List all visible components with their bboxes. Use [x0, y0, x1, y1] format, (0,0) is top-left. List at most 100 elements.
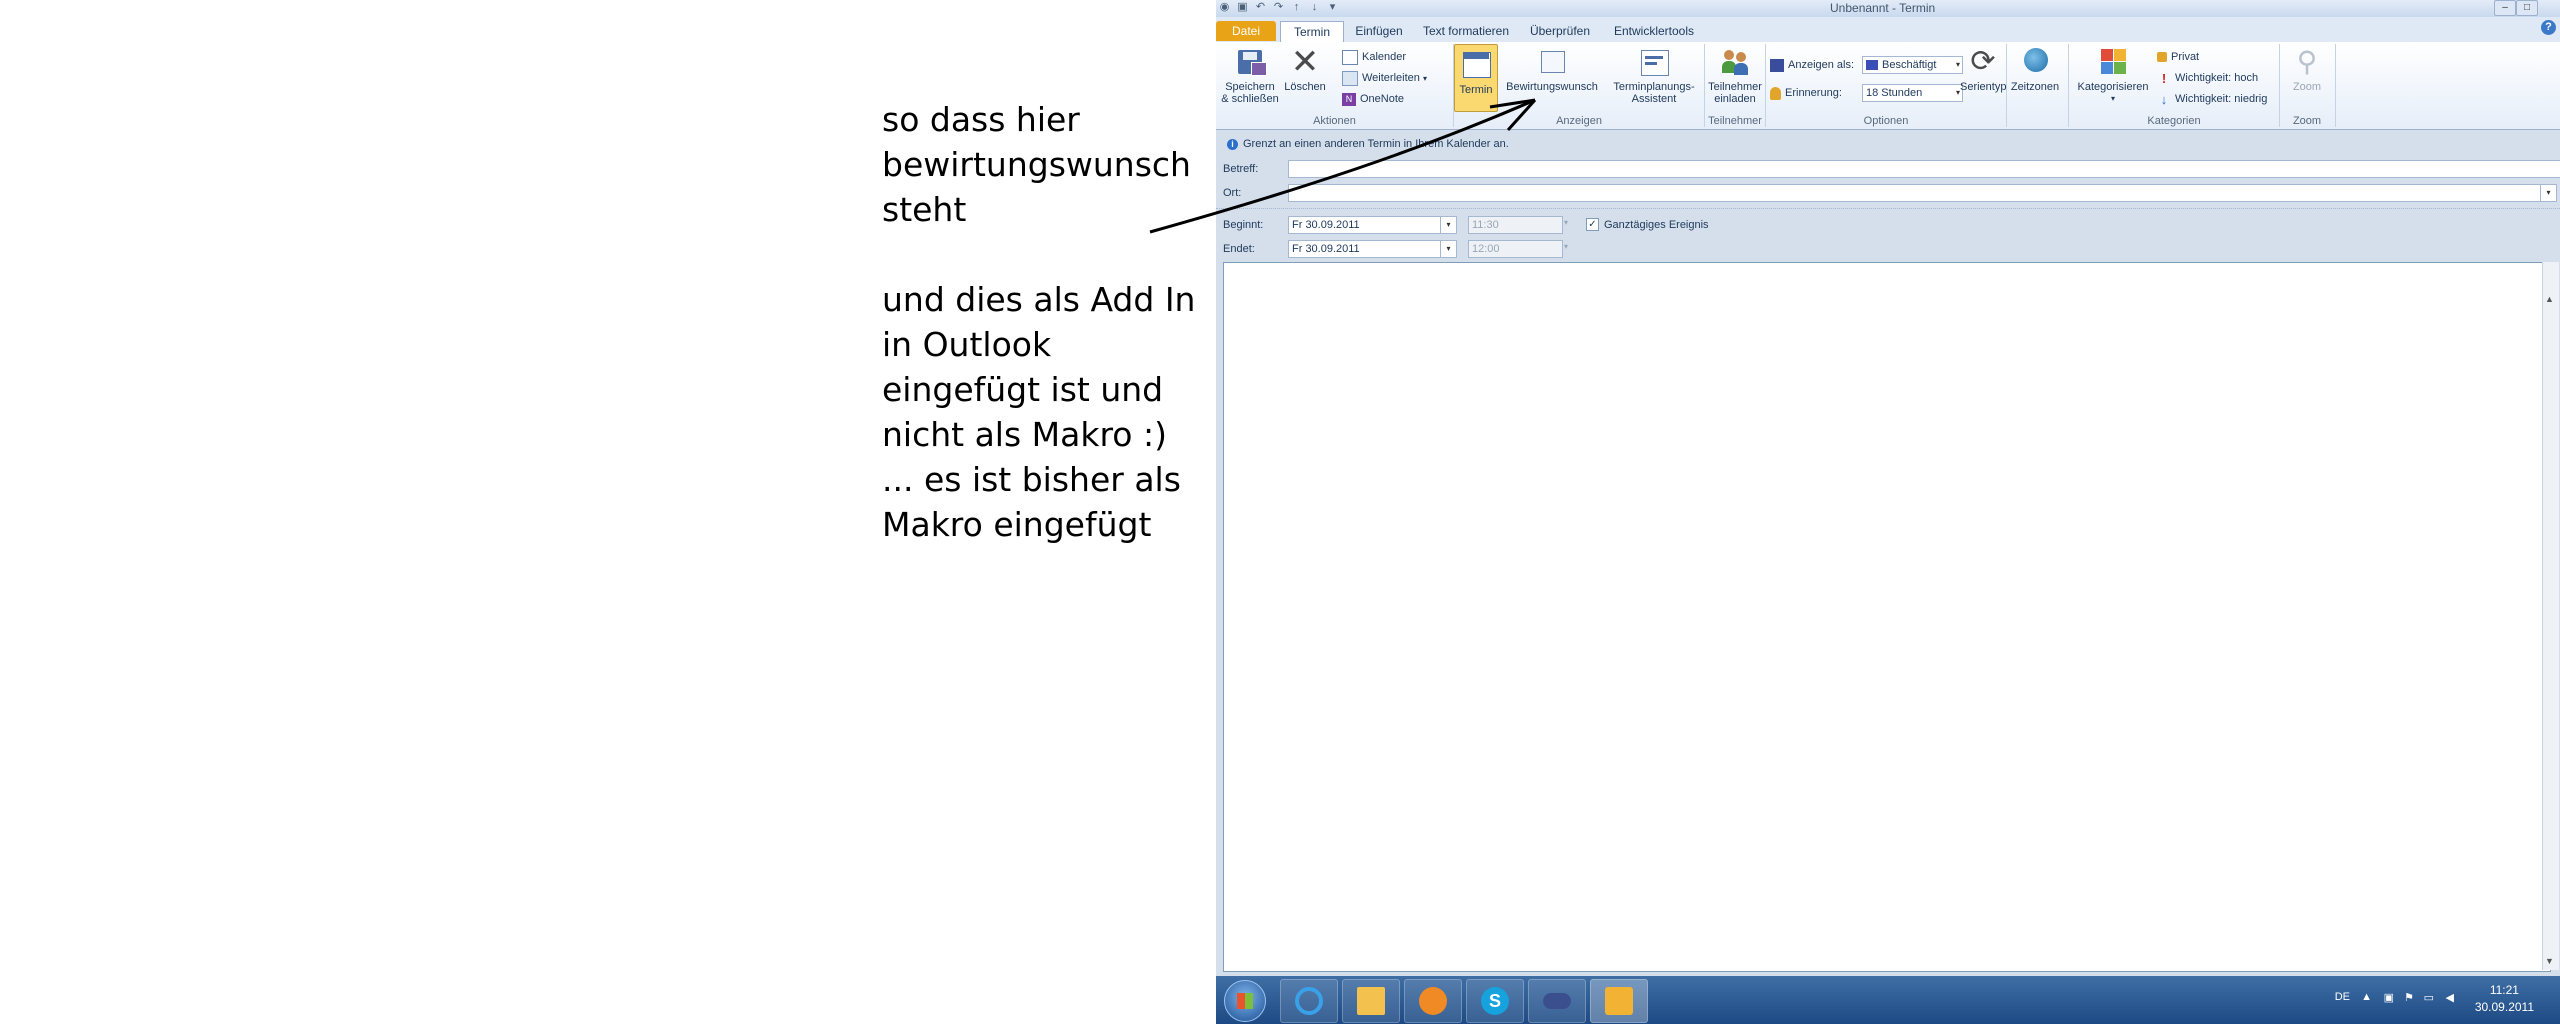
down-icon[interactable]: ↓ [1308, 1, 1321, 14]
tab-text-formatieren[interactable]: Text formatieren [1416, 21, 1516, 41]
termin-view-button[interactable]: Termin [1454, 44, 1498, 112]
taskbar-skype[interactable]: S [1466, 979, 1524, 1023]
minimize-button[interactable]: – [2494, 0, 2516, 16]
end-time-field[interactable]: 12:00 [1468, 240, 1563, 258]
message-body[interactable] [1223, 262, 2551, 972]
annotation-line: und dies als Add In [882, 280, 1196, 319]
show-hidden-icons-icon[interactable]: ▲ [2361, 991, 2372, 1003]
scheduling-assistant-label: Assistent [1631, 93, 1677, 105]
save-close-button[interactable]: Speichern & schließen [1220, 46, 1280, 105]
allday-checkbox[interactable]: ✓ [1586, 218, 1599, 231]
categorize-button[interactable]: Kategorisieren ▾ [2071, 46, 2155, 105]
group-label: Zoom [2292, 115, 2322, 127]
tab-entwicklertools[interactable]: Entwicklertools [1604, 21, 1704, 41]
customize-quick-access-icon[interactable]: ▾ [1326, 1, 1339, 14]
lock-icon [2157, 52, 2167, 63]
annotation-line: ... es ist bisher als [882, 460, 1181, 499]
busy-color-icon [1866, 60, 1878, 71]
annotation-line: in Outlook [882, 325, 1052, 364]
taskbar: S DE ▲ ▣ ⚑ ▭ ◀ 11:21 30.09.2011 [1216, 976, 2560, 1024]
start-time-field[interactable]: 11:30 [1468, 216, 1563, 234]
location-dropdown[interactable]: ▾ [2540, 184, 2557, 202]
bell-icon [1770, 86, 1781, 100]
start-date-dropdown[interactable]: ▾ [1440, 216, 1457, 234]
arrow-down-icon: ↓ [2160, 91, 2168, 107]
taskbar-outlook[interactable] [1590, 979, 1648, 1023]
redo-icon[interactable]: ↷ [1272, 1, 1285, 14]
tab-einfuegen[interactable]: Einfügen [1350, 21, 1408, 41]
zoom-button[interactable]: ⚲ Zoom [2281, 46, 2333, 93]
start-date-field[interactable]: Fr 30.09.2011 [1288, 216, 1441, 234]
importance-high-button[interactable]: ! Wichtigkeit: hoch [2157, 69, 2258, 87]
scheduling-assistant-label: Terminplanungs- [1613, 81, 1695, 93]
undo-icon[interactable]: ↶ [1254, 1, 1267, 14]
timezones-label: Zeitzonen [2010, 81, 2060, 93]
scroll-down-icon[interactable]: ▼ [2545, 956, 2554, 966]
forward-button[interactable]: Weiterleiten ▾ [1342, 69, 1427, 87]
private-button[interactable]: Privat [2157, 48, 2199, 66]
show-as-select[interactable]: Beschäftigt ▾ [1862, 56, 1963, 74]
clock[interactable]: 11:21 30.09.2011 [2475, 982, 2534, 1016]
action-center-flag-icon[interactable]: ⚑ [2404, 991, 2414, 1004]
group-zoom: ⚲ Zoom Zoom [2279, 44, 2336, 127]
tab-termin[interactable]: Termin [1280, 21, 1344, 43]
group-label: Teilnehmer [1708, 115, 1762, 127]
outlook-appointment-window: ◉ ▣ ↶ ↷ ↑ ↓ ▾ Unbenannt - Termin – □ Dat… [1216, 0, 2560, 1024]
network-icon[interactable]: ▭ [2424, 991, 2434, 1004]
invite-attendees-button[interactable]: Teilnehmer einladen [1707, 46, 1763, 105]
location-field[interactable] [1288, 184, 2545, 202]
group-label: Anzeigen [1556, 115, 1602, 127]
zoom-label: Zoom [2292, 81, 2322, 93]
maximize-button[interactable]: □ [2516, 0, 2538, 16]
save-close-icon [1233, 46, 1267, 78]
scheduling-assistant-button[interactable]: Terminplanungs- Assistent [1606, 46, 1702, 105]
annotation-line: nicht als Makro :) [882, 415, 1167, 454]
calendar-label: Kalender [1362, 51, 1407, 63]
reminder-select[interactable]: 18 Stunden ▾ [1862, 84, 1963, 102]
delete-button[interactable]: ✕ Löschen [1282, 45, 1328, 93]
taskbar-explorer[interactable] [1342, 979, 1400, 1023]
subject-field[interactable] [1288, 160, 2560, 178]
taskbar-media-player[interactable] [1404, 979, 1462, 1023]
up-icon[interactable]: ↑ [1290, 1, 1303, 14]
internet-explorer-icon [1295, 987, 1323, 1015]
group-anzeigen: Termin Bewirtungswunsch Terminplanungs- … [1454, 44, 1705, 127]
tray-outlook-icon[interactable]: ▣ [2384, 991, 2394, 1004]
recurrence-button[interactable]: ⟳ Serientyp [1960, 46, 2006, 94]
onenote-button[interactable]: N OneNote [1342, 90, 1404, 108]
chevron-down-icon: ▾ [1422, 74, 1427, 83]
exclamation-icon: ! [2161, 70, 2167, 86]
annotation-line: bewirtungswunsch [882, 145, 1191, 184]
scrollbar[interactable]: ▲ ▼ [2542, 262, 2559, 970]
volume-icon[interactable]: ◀ [2446, 991, 2454, 1004]
categorize-label: Kategorisieren [2077, 81, 2149, 93]
window-title: Unbenannt - Termin [1830, 1, 1936, 15]
timezones-button[interactable]: Zeitzonen [2006, 46, 2064, 93]
clock-date: 30.09.2011 [2474, 1000, 2534, 1014]
termin-view-label: Termin [1459, 84, 1493, 96]
invite-attendees-label: einladen [1714, 93, 1756, 105]
tab-datei[interactable]: Datei [1216, 21, 1276, 41]
annotation-line: steht [882, 190, 967, 229]
group-kategorien: Kategorisieren ▾ Privat ! Wichtigkeit: ho… [2068, 44, 2280, 127]
globe-icon [2018, 46, 2052, 78]
scroll-up-icon[interactable]: ▲ [2545, 294, 2554, 304]
start-button[interactable] [1224, 980, 1266, 1022]
help-icon[interactable]: ? [2541, 20, 2556, 35]
reminder-label: Erinnerung: [1770, 84, 1842, 102]
form-page-icon [1535, 46, 1569, 78]
chevron-down-icon: ▾ [1564, 242, 1569, 251]
calendar-button[interactable]: Kalender [1342, 48, 1406, 66]
taskbar-app[interactable] [1528, 979, 1586, 1023]
categorize-icon [2096, 46, 2130, 78]
tab-ueberpruefen[interactable]: Überprüfen [1524, 21, 1596, 41]
language-indicator[interactable]: DE [2335, 991, 2350, 1003]
save-icon[interactable]: ▣ [1236, 1, 1249, 14]
importance-low-button[interactable]: ↓ Wichtigkeit: niedrig [2157, 90, 2268, 108]
bewirtungswunsch-button[interactable]: Bewirtungswunsch [1500, 46, 1604, 93]
end-date-field[interactable]: Fr 30.09.2011 [1288, 240, 1441, 258]
group-label: Optionen [1863, 115, 1909, 127]
show-as-label: Anzeigen als: [1770, 56, 1854, 74]
taskbar-ie[interactable] [1280, 979, 1338, 1023]
end-date-dropdown[interactable]: ▾ [1440, 240, 1457, 258]
